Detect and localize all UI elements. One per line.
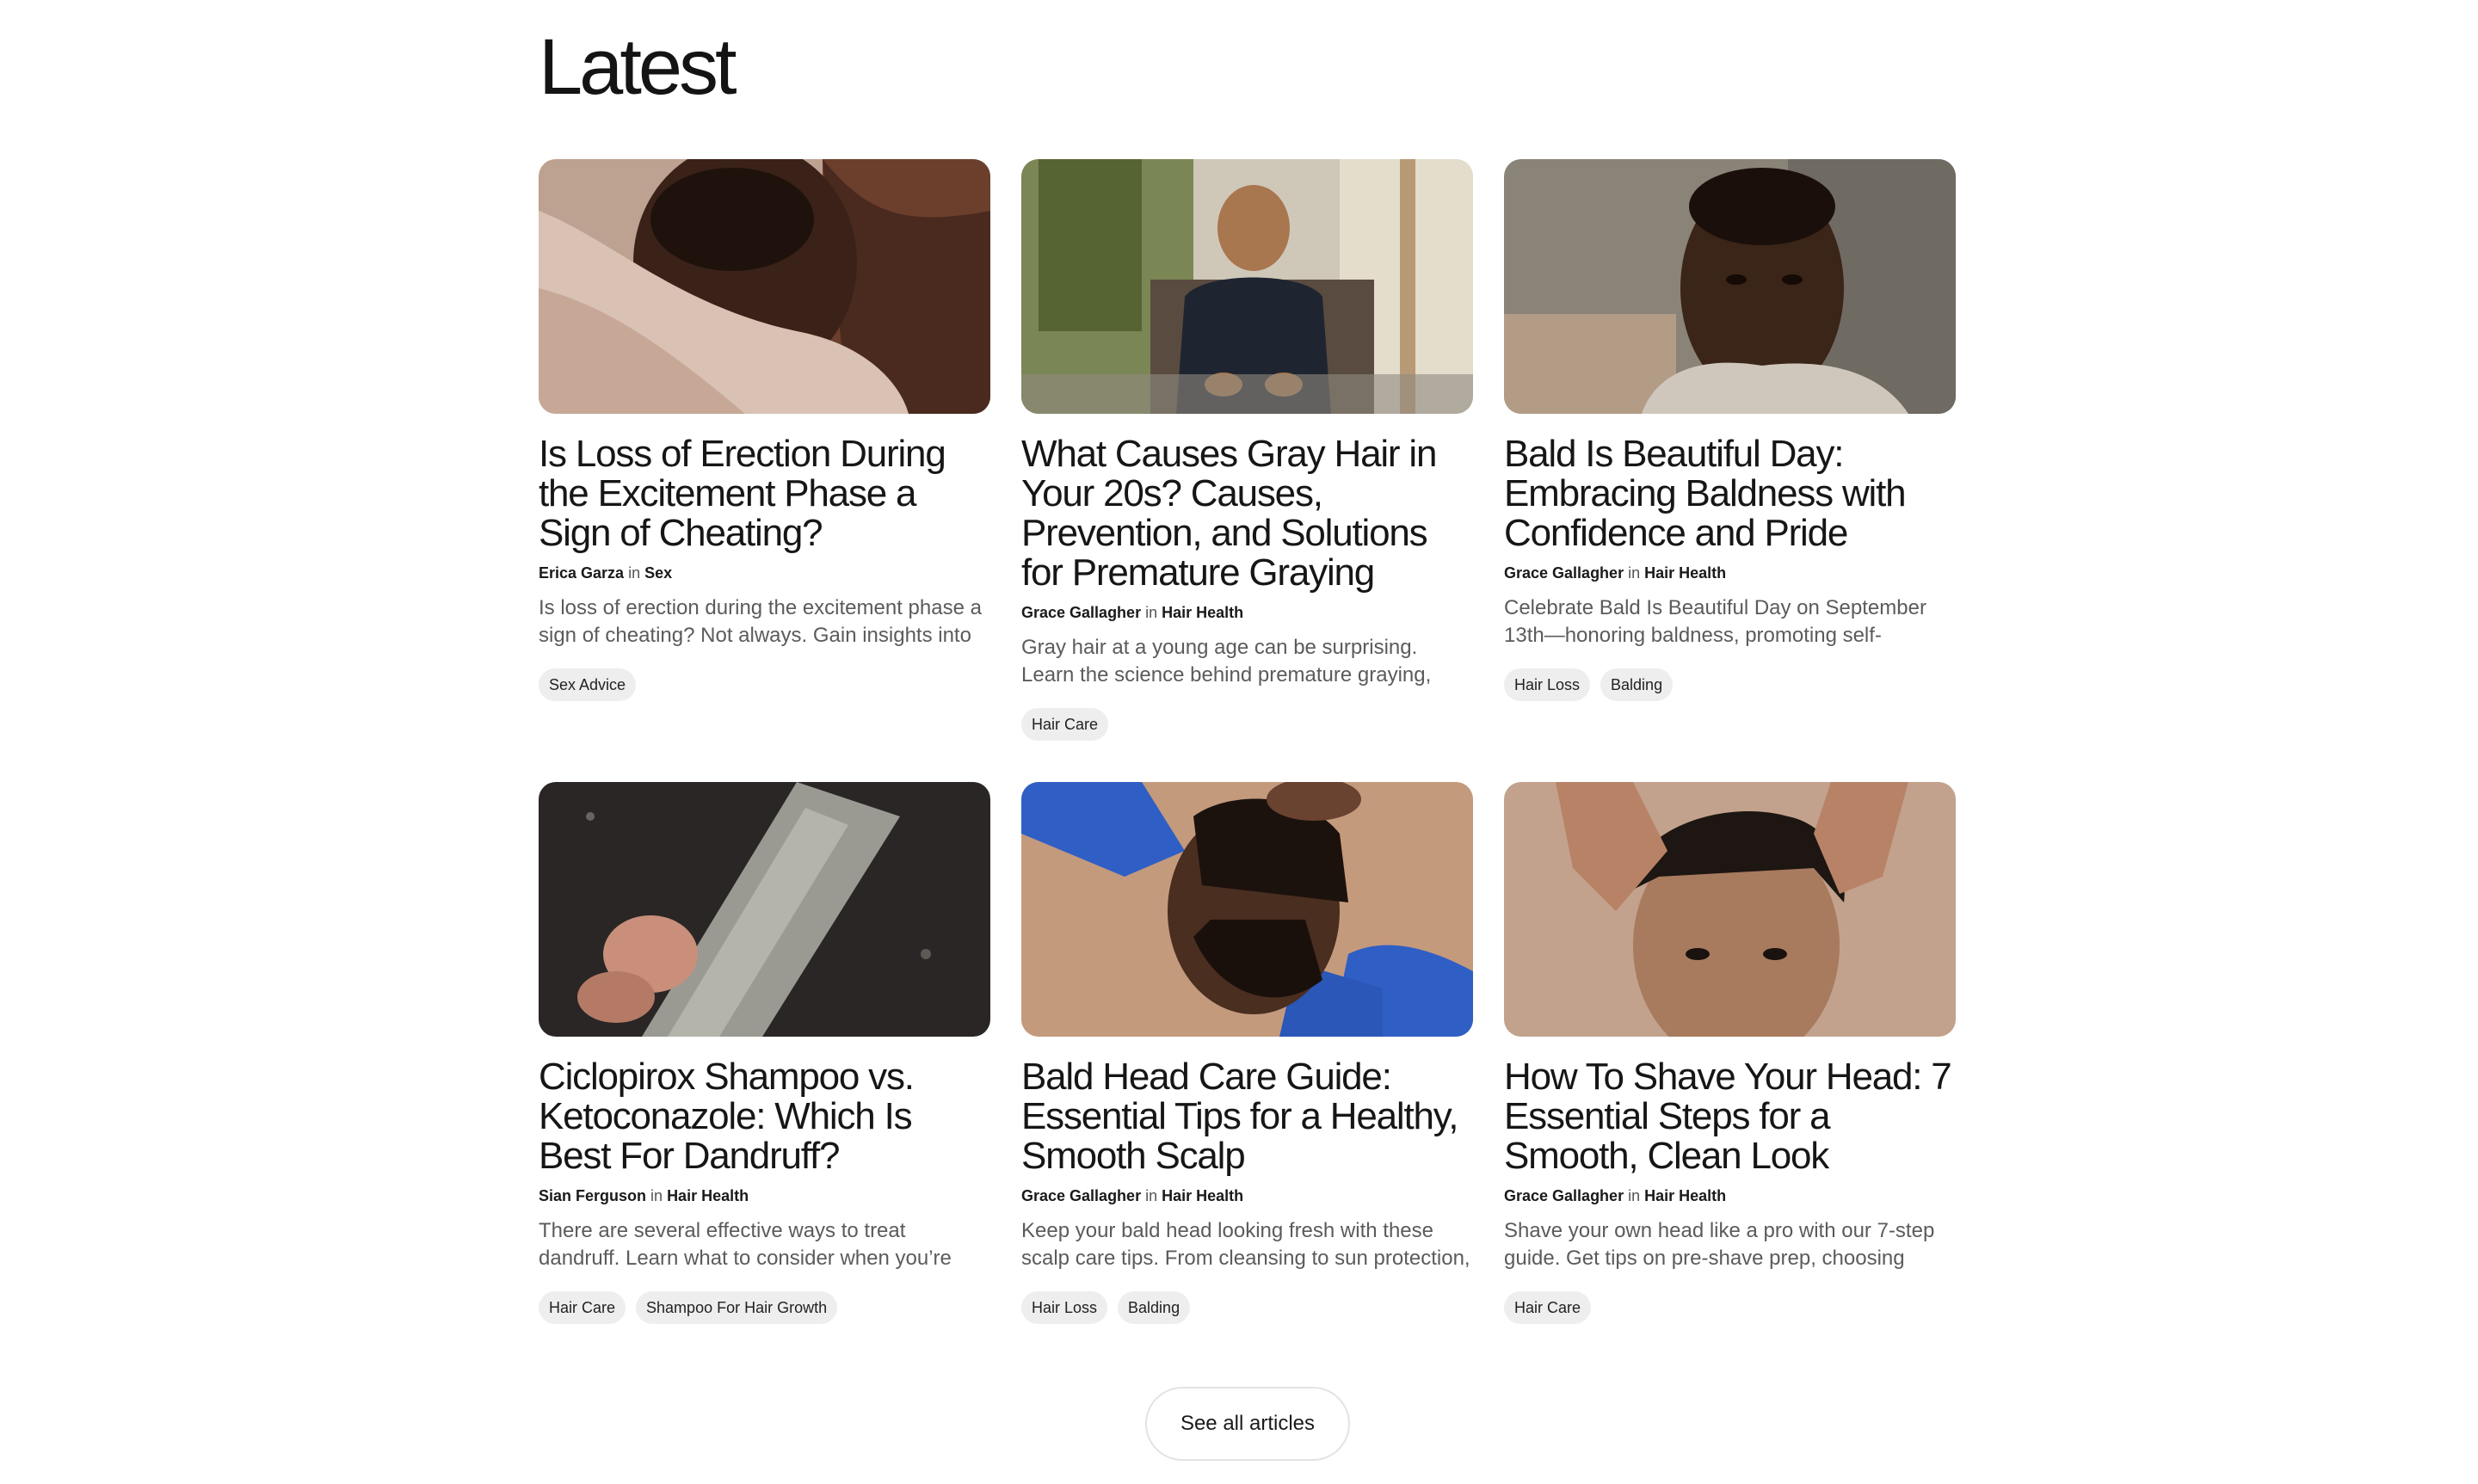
article-card[interactable]: What Causes Gray Hair in Your 20s? Cause… xyxy=(1021,159,1473,782)
tag-pill[interactable]: Hair Loss xyxy=(1504,668,1591,701)
article-card[interactable]: Is Loss of Erection During the Excitemen… xyxy=(539,159,990,782)
tag-list: Hair Care Shampoo For Hair Growth xyxy=(539,1291,990,1324)
author-name[interactable]: Grace Gallagher xyxy=(1021,1187,1141,1204)
byline-in: in xyxy=(1145,604,1158,621)
category-link[interactable]: Hair Health xyxy=(1644,1187,1726,1204)
article-excerpt: Keep your bald head looking fresh with t… xyxy=(1021,1219,1470,1270)
tag-pill[interactable]: Shampoo For Hair Growth xyxy=(636,1291,838,1324)
tag-pill[interactable]: Hair Care xyxy=(539,1291,626,1324)
article-card[interactable]: Bald Is Beautiful Day: Embracing Baldnes… xyxy=(1504,159,1956,782)
photo-man-portrait-image xyxy=(1504,159,1956,414)
byline-in: in xyxy=(1145,1187,1158,1204)
article-card[interactable]: Ciclopirox Shampoo vs. Ketoconazole: Whi… xyxy=(539,782,990,1350)
section-heading: Latest xyxy=(539,23,737,111)
photo-man-seated-window-image xyxy=(1021,159,1473,414)
article-excerpt: Shave your own head like a pro with our … xyxy=(1504,1219,1935,1270)
tag-list: Hair Loss Balding xyxy=(1504,668,1956,701)
tag-pill[interactable]: Hair Care xyxy=(1021,708,1109,741)
tag-list: Hair Loss Balding xyxy=(1021,1291,1473,1324)
article-grid: Is Loss of Erection During the Excitemen… xyxy=(539,159,1956,1350)
category-link[interactable]: Hair Health xyxy=(1162,604,1243,621)
article-byline: Grace Gallagher in Hair Health xyxy=(1504,563,1956,582)
article-byline: Erica Garza in Sex xyxy=(539,563,990,582)
article-byline: Sian Ferguson in Hair Health xyxy=(539,1186,990,1205)
article-image-link[interactable] xyxy=(1504,159,1956,414)
article-byline: Grace Gallagher in Hair Health xyxy=(1021,603,1473,622)
tag-pill[interactable]: Sex Advice xyxy=(539,668,637,701)
article-card[interactable]: Bald Head Care Guide: Essential Tips for… xyxy=(1021,782,1473,1350)
article-title[interactable]: Is Loss of Erection During the Excitemen… xyxy=(539,434,990,553)
article-excerpt: Celebrate Bald Is Beautiful Day on Septe… xyxy=(1504,596,1926,647)
article-image-link[interactable] xyxy=(1021,159,1473,414)
byline-in: in xyxy=(1628,1187,1641,1204)
tag-pill[interactable]: Hair Loss xyxy=(1021,1291,1108,1324)
article-excerpt: There are several effective ways to trea… xyxy=(539,1219,952,1270)
author-name[interactable]: Sian Ferguson xyxy=(539,1187,646,1204)
tag-list: Hair Care xyxy=(1504,1291,1956,1324)
article-image-link[interactable] xyxy=(539,159,990,414)
byline-in: in xyxy=(1628,564,1641,582)
article-card[interactable]: How To Shave Your Head: 7 Essential Step… xyxy=(1504,782,1956,1350)
article-excerpt: Is loss of erection during the excitemen… xyxy=(539,596,982,647)
tag-list: Hair Care xyxy=(1021,708,1473,741)
tag-pill[interactable]: Balding xyxy=(1600,668,1674,701)
byline-in: in xyxy=(628,564,641,582)
author-name[interactable]: Erica Garza xyxy=(539,564,624,582)
byline-in: in xyxy=(650,1187,663,1204)
article-image-link[interactable] xyxy=(1504,782,1956,1037)
author-name[interactable]: Grace Gallagher xyxy=(1504,1187,1624,1204)
category-link[interactable]: Hair Health xyxy=(1162,1187,1243,1204)
article-title[interactable]: Bald Is Beautiful Day: Embracing Baldnes… xyxy=(1504,434,1956,553)
category-link[interactable]: Hair Health xyxy=(1644,564,1726,582)
article-image-link[interactable] xyxy=(1021,782,1473,1037)
tag-pill[interactable]: Balding xyxy=(1118,1291,1191,1324)
article-image-link[interactable] xyxy=(539,782,990,1037)
article-title[interactable]: Bald Head Care Guide: Essential Tips for… xyxy=(1021,1057,1473,1176)
see-all-articles-button[interactable]: See all articles xyxy=(1145,1387,1350,1461)
article-title[interactable]: How To Shave Your Head: 7 Essential Step… xyxy=(1504,1057,1956,1176)
article-title[interactable]: Ciclopirox Shampoo vs. Ketoconazole: Whi… xyxy=(539,1057,990,1176)
photo-couple-embrace-image xyxy=(539,159,990,414)
author-name[interactable]: Grace Gallagher xyxy=(1504,564,1624,582)
photo-man-blue-shirt-image xyxy=(1021,782,1473,1037)
photo-shampoo-bottle-image xyxy=(539,782,990,1037)
tag-pill[interactable]: Hair Care xyxy=(1504,1291,1592,1324)
article-title[interactable]: What Causes Gray Hair in Your 20s? Cause… xyxy=(1021,434,1473,593)
author-name[interactable]: Grace Gallagher xyxy=(1021,604,1141,621)
photo-man-hands-on-head-image xyxy=(1504,782,1956,1037)
article-excerpt: Gray hair at a young age can be surprisi… xyxy=(1021,636,1432,687)
tag-list: Sex Advice xyxy=(539,668,990,701)
category-link[interactable]: Sex xyxy=(644,564,672,582)
category-link[interactable]: Hair Health xyxy=(667,1187,749,1204)
article-byline: Grace Gallagher in Hair Health xyxy=(1021,1186,1473,1205)
article-byline: Grace Gallagher in Hair Health xyxy=(1504,1186,1956,1205)
